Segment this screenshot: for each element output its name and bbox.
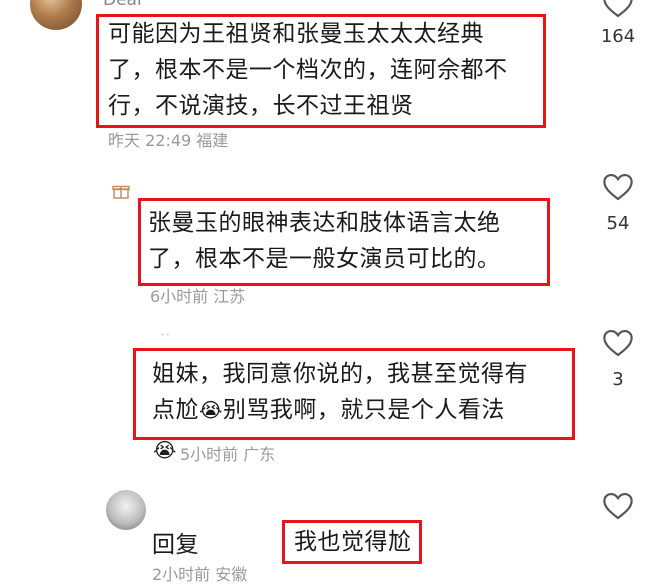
avatar[interactable]	[30, 0, 82, 30]
comment-location: 福建	[196, 131, 229, 150]
avatar[interactable]	[106, 490, 146, 530]
heart-outline-icon	[603, 329, 633, 357]
like-button[interactable]	[596, 490, 640, 524]
heart-outline-icon	[603, 0, 633, 18]
comment-text: 我也觉得尬	[294, 529, 412, 555]
like-count: 164	[600, 26, 636, 47]
like-count: 3	[612, 369, 624, 390]
comment-time: 5小时前	[180, 445, 239, 464]
comment-time: 昨天 22:49	[108, 131, 192, 150]
like-button[interactable]	[596, 0, 640, 22]
comment-meta: 5小时前 广东	[180, 441, 275, 465]
like-count: 54	[606, 213, 630, 234]
heart-outline-icon	[603, 173, 633, 201]
comment-location: 江苏	[213, 287, 246, 306]
decorative-dots-icon: ··	[160, 325, 171, 344]
reply-label[interactable]: 回复	[152, 527, 199, 563]
comment-line: 了，根本不是一个档次的，连阿佘都不	[108, 57, 508, 83]
comment-line: 行，不说演技，长不过王祖贤	[108, 93, 414, 119]
comment-meta: 6小时前 江苏	[150, 283, 245, 307]
comment-line: 可能因为王祖贤和张曼玉太太太经典	[108, 21, 484, 47]
comment-line: 张曼玉的眼神表达和肢体语言太绝	[148, 210, 501, 236]
comment-fragment: 点尬	[152, 397, 199, 423]
comment-time: 6小时前	[150, 287, 209, 306]
comment-text: 姐妹，我同意你说的，我甚至觉得有 点尬😭别骂我啊，就只是个人看法	[152, 356, 577, 428]
comment-meta: 昨天 22:49 福建	[108, 127, 228, 151]
heart-outline-icon	[603, 492, 633, 520]
comment-line: 姐妹，我同意你说的，我甚至觉得有	[152, 361, 528, 387]
comment-meta: 2小时前 安徽	[152, 561, 247, 585]
comment-text: 可能因为王祖贤和张曼玉太太太经典 了，根本不是一个档次的，连阿佘都不 行，不说演…	[108, 16, 548, 124]
like-button[interactable]	[596, 327, 640, 361]
comment-username[interactable]: Dear	[103, 0, 144, 10]
comment-line: 点尬😭别骂我啊，就只是个人看法	[152, 392, 577, 428]
comment-line: 了，根本不是一般女演员可比的。	[148, 246, 501, 272]
crying-face-icon: 😭	[199, 398, 223, 422]
comment-fragment: 别骂我啊，就只是个人看法	[222, 397, 505, 423]
gift-icon	[112, 182, 130, 204]
comment-location: 广东	[243, 445, 276, 464]
like-button[interactable]	[596, 171, 640, 205]
crying-face-icon: 😭	[153, 438, 177, 462]
comment-text: 张曼玉的眼神表达和肢体语言太绝 了，根本不是一般女演员可比的。	[148, 205, 548, 277]
